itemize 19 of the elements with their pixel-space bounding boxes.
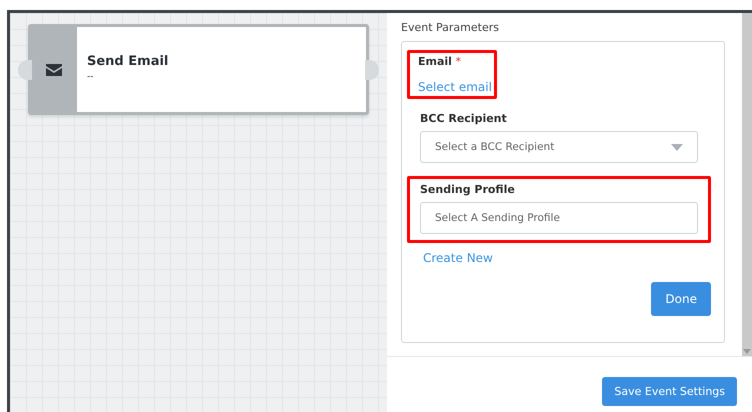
save-settings-button[interactable]: Save Event Settings [602,377,737,406]
caret-icon [671,144,683,150]
input-field[interactable]: Select A Sending Profile [420,202,698,234]
connector-port[interactable] [365,60,379,80]
envelope-icon [46,64,62,76]
section-heading: Event Parameters [401,21,500,34]
field-label: BCC Recipient [420,112,508,125]
node-title: Send Email [87,54,168,69]
create-new-link[interactable]: Create New [423,251,493,265]
dropdown-field[interactable]: Select a BCC Recipient [420,131,698,163]
field-label: Email * [418,55,462,68]
field-label: Sending Profile [420,183,516,196]
select-email-link[interactable]: Select email [418,80,492,94]
connector-port[interactable] [18,60,32,80]
node-subtitle: -- [87,72,94,82]
scrollbar[interactable] [742,13,752,356]
done-button[interactable]: Done [651,282,711,316]
event-node[interactable]: Send Email -- [28,24,369,115]
scroll-down-icon[interactable] [743,349,751,354]
